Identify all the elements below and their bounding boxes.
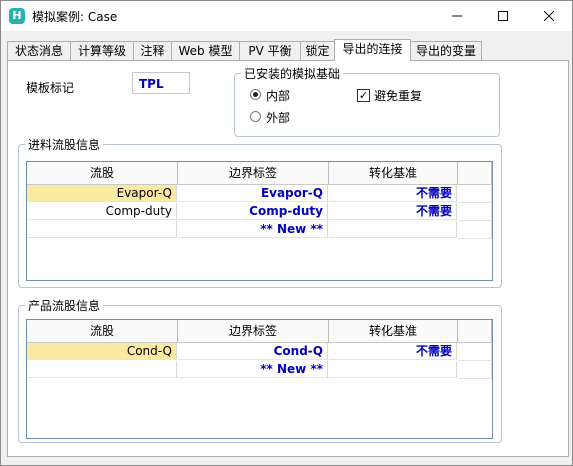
maximize-button[interactable]: [480, 1, 526, 31]
column-header-boundary-tag[interactable]: 边界标签: [178, 162, 329, 184]
avoid-duplicates-label: 避免重复: [374, 89, 423, 103]
new-boundary-tag-cell[interactable]: ** New **: [178, 221, 328, 238]
internal-radio[interactable]: [250, 89, 261, 100]
close-button[interactable]: [526, 1, 572, 31]
boundary-tag-cell[interactable]: Comp-duty: [178, 203, 328, 220]
avoid-duplicates-checkbox[interactable]: ✓: [357, 89, 370, 102]
app-icon: H: [9, 8, 25, 24]
grid-header: 流股 边界标签 转化基准: [27, 320, 492, 343]
conversion-basis-cell[interactable]: 不需要: [329, 203, 457, 220]
maximize-icon: [498, 11, 508, 21]
stream-cell[interactable]: Comp-duty: [27, 203, 177, 220]
template-tag-label: 模板标记: [26, 81, 75, 95]
conversion-basis-cell[interactable]: 不需要: [329, 343, 457, 360]
window-title: 模拟案例: Case: [32, 10, 118, 24]
boundary-tag-cell[interactable]: Cond-Q: [178, 343, 328, 360]
column-header-stream[interactable]: 流股: [27, 320, 178, 342]
tab-exported-variables[interactable]: 导出的变量: [410, 41, 482, 60]
table-row[interactable]: Cond-Q Cond-Q 不需要: [27, 343, 492, 361]
table-row[interactable]: ** New **: [27, 361, 492, 379]
column-header-spare: [458, 320, 492, 342]
tab-pv-balance[interactable]: PV 平衡: [239, 41, 301, 60]
tab-lock[interactable]: 锁定: [300, 41, 335, 60]
spare-cell: [458, 361, 492, 379]
stream-cell[interactable]: [27, 221, 177, 238]
column-header-spare: [458, 162, 492, 184]
table-row[interactable]: ** New **: [27, 221, 492, 239]
installed-basis-legend: 已安装的模拟基础: [244, 67, 341, 81]
conversion-basis-cell[interactable]: [329, 361, 457, 378]
stream-cell[interactable]: Evapor-Q: [27, 185, 177, 202]
minimize-icon: [452, 15, 462, 17]
tab-calc-level[interactable]: 计算等级: [70, 41, 134, 60]
tab-status-messages[interactable]: 状态消息: [7, 41, 71, 60]
tab-exported-connections[interactable]: 导出的连接: [334, 39, 411, 61]
column-header-stream[interactable]: 流股: [27, 162, 178, 184]
spare-cell: [458, 203, 492, 221]
feed-streams-legend: 进料流股信息: [28, 138, 101, 152]
boundary-tag-cell[interactable]: Evapor-Q: [178, 185, 328, 202]
case-window: H 模拟案例: Case 状态消息 计算等级 注释 Web 模型 PV 平衡 锁…: [0, 0, 573, 466]
external-radio[interactable]: [250, 111, 261, 122]
close-icon: [544, 11, 554, 21]
stream-cell[interactable]: Cond-Q: [27, 343, 177, 360]
conversion-basis-cell[interactable]: [329, 221, 457, 238]
grid-header: 流股 边界标签 转化基准: [27, 162, 492, 185]
table-row[interactable]: Comp-duty Comp-duty 不需要: [27, 203, 492, 221]
tab-notes[interactable]: 注释: [133, 41, 172, 60]
title-bar: H 模拟案例: Case: [1, 1, 572, 31]
spare-cell: [458, 343, 492, 361]
spare-cell: [458, 221, 492, 239]
exported-connections-panel: 模板标记 TPL 已安装的模拟基础 内部 外部 ✓ 避免重复 进料流股信息 流股…: [7, 60, 569, 457]
template-tag-input[interactable]: TPL: [132, 72, 190, 94]
spare-cell: [458, 185, 492, 203]
tab-web-model[interactable]: Web 模型: [171, 41, 240, 60]
column-header-conversion-basis[interactable]: 转化基准: [329, 162, 458, 184]
table-row[interactable]: Evapor-Q Evapor-Q 不需要: [27, 185, 492, 203]
internal-radio-label: 内部: [266, 89, 291, 103]
minimize-button[interactable]: [434, 1, 480, 31]
conversion-basis-cell[interactable]: 不需要: [329, 185, 457, 202]
column-header-conversion-basis[interactable]: 转化基准: [329, 320, 458, 342]
column-header-boundary-tag[interactable]: 边界标签: [178, 320, 329, 342]
product-streams-legend: 产品流股信息: [28, 299, 101, 313]
new-boundary-tag-cell[interactable]: ** New **: [178, 361, 328, 378]
feed-streams-grid: 流股 边界标签 转化基准 Evapor-Q Evapor-Q 不需要 Comp-…: [26, 161, 493, 281]
external-radio-label: 外部: [266, 111, 291, 125]
product-streams-grid: 流股 边界标签 转化基准 Cond-Q Cond-Q 不需要 ** New **: [26, 319, 493, 439]
stream-cell[interactable]: [27, 361, 177, 378]
